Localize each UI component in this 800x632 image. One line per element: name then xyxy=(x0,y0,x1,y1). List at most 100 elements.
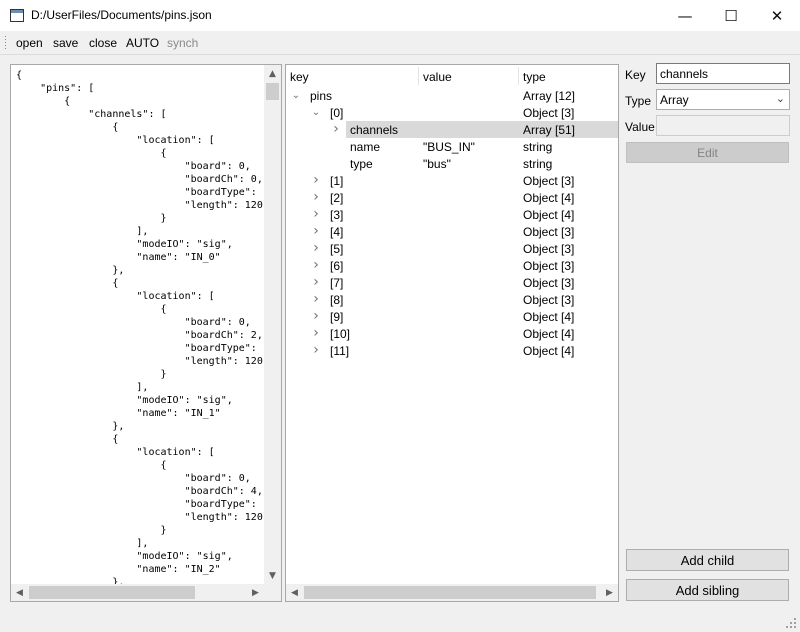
tree-row[interactable]: › [10] Object [4] xyxy=(286,325,618,342)
tree-row[interactable]: name "BUS_IN" string xyxy=(286,138,618,155)
scroll-right-icon[interactable]: ▶ xyxy=(247,584,264,601)
tree-row-key: [8] xyxy=(330,293,344,307)
editor-line: "length": 120 xyxy=(16,512,263,523)
minimize-button[interactable]: — xyxy=(662,0,708,31)
column-header-key[interactable]: key xyxy=(290,70,309,84)
chevron-right-icon[interactable]: › xyxy=(330,121,342,137)
editor-line: "name": "IN_1" xyxy=(16,408,221,419)
editor-horizontal-scroll-thumb[interactable] xyxy=(29,586,195,599)
tree-row-type: Object [3] xyxy=(523,174,575,188)
save-button[interactable]: save xyxy=(53,36,78,50)
type-dropdown[interactable]: Array ⌄ xyxy=(656,89,790,110)
tree-row[interactable]: › channels Array [51] xyxy=(333,121,618,138)
editor-line: }, xyxy=(16,421,125,432)
close-file-button[interactable]: close xyxy=(89,36,117,50)
tree-horizontal-scrollbar[interactable]: ◀ ▶ xyxy=(286,584,618,601)
scroll-right-icon[interactable]: ▶ xyxy=(601,584,618,601)
chevron-right-icon[interactable]: › xyxy=(310,240,322,256)
tree-row-type: string xyxy=(523,140,553,154)
close-window-button[interactable]: ✕ xyxy=(754,0,800,31)
json-text-editor[interactable]: { "pins": [ { "channels": [ { "location"… xyxy=(10,64,282,602)
column-divider[interactable] xyxy=(518,67,519,85)
scroll-down-icon[interactable]: ▼ xyxy=(264,567,281,584)
editor-line: { xyxy=(16,148,167,159)
add-sibling-button[interactable]: Add sibling xyxy=(626,579,789,601)
auto-button[interactable]: AUTO xyxy=(126,36,159,50)
tree-row[interactable]: type "bus" string xyxy=(286,155,618,172)
tree-row-key: channels xyxy=(350,123,399,137)
chevron-right-icon[interactable]: › xyxy=(310,189,322,205)
key-input[interactable]: channels xyxy=(656,63,790,84)
tree-row[interactable]: › [7] Object [3] xyxy=(286,274,618,291)
tree-row[interactable]: › [1] Object [3] xyxy=(286,172,618,189)
tree-row[interactable]: › [6] Object [3] xyxy=(286,257,618,274)
tree-row-type: Object [3] xyxy=(523,276,575,290)
scroll-left-icon[interactable]: ◀ xyxy=(286,584,303,601)
tree-row-type: Object [4] xyxy=(523,344,575,358)
scrollbar-corner xyxy=(264,584,281,601)
tree-row-key: type xyxy=(350,157,373,171)
title-bar[interactable]: D:/UserFiles/Documents/pins.json — ☐ ✕ xyxy=(0,0,800,31)
tree-row-key: [1] xyxy=(330,174,344,188)
chevron-right-icon[interactable]: › xyxy=(310,342,322,358)
type-dropdown-value: Array xyxy=(660,93,689,107)
editor-line: "boardCh": 0, xyxy=(16,174,263,185)
tree-row[interactable]: › [11] Object [4] xyxy=(286,342,618,359)
value-input xyxy=(656,115,790,136)
size-grip-icon[interactable] xyxy=(784,616,798,630)
tree-row-type: Object [4] xyxy=(523,327,575,341)
tree-row[interactable]: › [2] Object [4] xyxy=(286,189,618,206)
chevron-right-icon[interactable]: › xyxy=(310,291,322,307)
editor-line: "board": 0, xyxy=(16,161,251,172)
maximize-button[interactable]: ☐ xyxy=(708,0,754,31)
editor-vertical-scroll-thumb[interactable] xyxy=(266,83,279,100)
tree-row[interactable]: › [9] Object [4] xyxy=(286,308,618,325)
tree-row-value: "bus" xyxy=(423,157,451,171)
tree-row-key: name xyxy=(350,140,381,154)
tree-row-type: string xyxy=(523,157,553,171)
editor-line: "name": "IN_2" xyxy=(16,564,221,575)
editor-line: } xyxy=(16,525,167,536)
column-header-type[interactable]: type xyxy=(523,70,546,84)
tree-row-key: [10] xyxy=(330,327,351,341)
editor-vertical-scrollbar[interactable]: ▲ ▼ xyxy=(264,65,281,584)
toolbar-grip-icon[interactable] xyxy=(4,35,7,51)
tree-row-key: [4] xyxy=(330,225,344,239)
chevron-down-icon: ⌄ xyxy=(775,92,785,105)
tree-row[interactable]: › [5] Object [3] xyxy=(286,240,618,257)
editor-line: "name": "IN_0" xyxy=(16,252,221,263)
scroll-left-icon[interactable]: ◀ xyxy=(11,584,28,601)
editor-line: }, xyxy=(16,265,125,276)
chevron-down-icon[interactable]: ⌄ xyxy=(310,105,322,119)
chevron-right-icon[interactable]: › xyxy=(310,223,322,239)
open-button[interactable]: open xyxy=(16,36,43,50)
tree-row[interactable]: ⌄ [0] Object [3] xyxy=(286,104,618,121)
tree-row[interactable]: › [4] Object [3] xyxy=(286,223,618,240)
tree-row-value: "BUS_IN" xyxy=(423,140,475,154)
tree-row-key: [0] xyxy=(330,106,344,120)
chevron-right-icon[interactable]: › xyxy=(310,274,322,290)
chevron-right-icon[interactable]: › xyxy=(310,172,322,188)
toolbar: open save close AUTO synch xyxy=(0,31,800,55)
editor-line: "channels": [ xyxy=(16,109,167,120)
scroll-up-icon[interactable]: ▲ xyxy=(264,65,281,82)
tree-row-type: Object [3] xyxy=(523,242,575,256)
chevron-right-icon[interactable]: › xyxy=(310,206,322,222)
chevron-down-icon[interactable]: ⌄ xyxy=(290,88,302,102)
json-text-content[interactable]: { "pins": [ { "channels": [ { "location"… xyxy=(16,69,264,585)
column-divider[interactable] xyxy=(418,67,419,85)
editor-horizontal-scrollbar[interactable]: ◀ ▶ xyxy=(11,584,264,601)
tree-horizontal-scroll-thumb[interactable] xyxy=(304,586,596,599)
tree-row[interactable]: › [3] Object [4] xyxy=(286,206,618,223)
json-tree-view[interactable]: key value type ⌄ pins Array [12] ⌄ [0] Object… xyxy=(285,64,619,602)
editor-line: "boardCh": 4, xyxy=(16,486,263,497)
tree-row[interactable]: ⌄ pins Array [12] xyxy=(286,87,618,104)
tree-row[interactable]: › [8] Object [3] xyxy=(286,291,618,308)
chevron-right-icon[interactable]: › xyxy=(310,257,322,273)
tree-row-type: Object [4] xyxy=(523,310,575,324)
chevron-right-icon[interactable]: › xyxy=(310,325,322,341)
chevron-right-icon[interactable]: › xyxy=(310,308,322,324)
add-child-button[interactable]: Add child xyxy=(626,549,789,571)
editor-line: ], xyxy=(16,382,149,393)
column-header-value[interactable]: value xyxy=(423,70,452,84)
